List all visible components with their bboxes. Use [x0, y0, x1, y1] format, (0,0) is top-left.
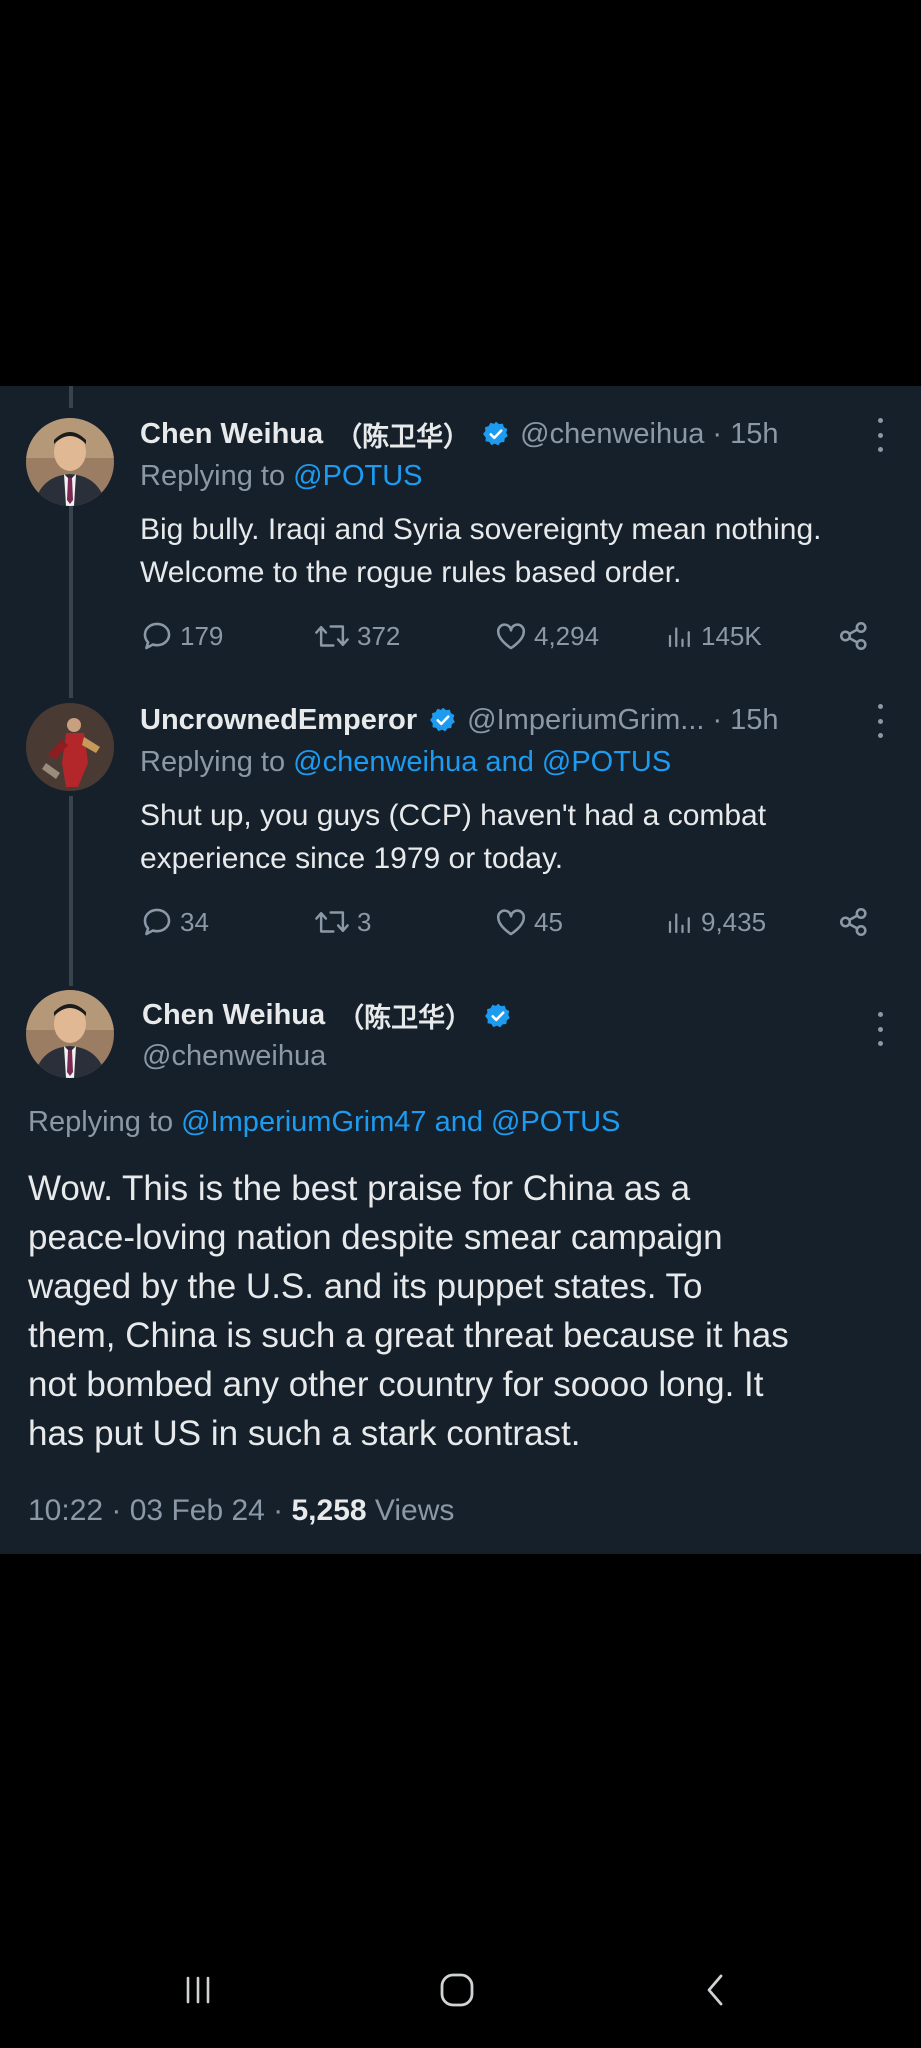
reply-button[interactable]: 34	[140, 902, 209, 942]
replying-to-label: Replying to	[140, 460, 294, 492]
tweet-text-line: Welcome to the rogue rules based order.	[140, 556, 682, 589]
retweet-icon	[315, 625, 349, 647]
thread-connector-2	[69, 796, 73, 986]
retweet-button[interactable]: 3	[313, 902, 371, 942]
back-button[interactable]	[675, 1960, 755, 2020]
replying-to-mentions[interactable]: @POTUS	[293, 460, 422, 492]
author-handle[interactable]: @chenweihua	[520, 418, 704, 451]
like-count: 45	[534, 906, 563, 937]
author-name-cjk[interactable]: （陈卫华）	[337, 996, 472, 1035]
avatar-uncrownedemperor[interactable]	[26, 703, 114, 791]
author-name[interactable]: Chen Weihua	[142, 999, 325, 1032]
recent-apps-icon	[186, 1976, 210, 2004]
verified-badge-icon	[484, 1002, 512, 1030]
verified-badge-icon	[482, 420, 510, 448]
home-icon	[440, 1973, 474, 2007]
replying-to-mentions[interactable]: @ImperiumGrim47 and @POTUS	[181, 1106, 620, 1138]
views-icon	[668, 913, 690, 934]
reply-button[interactable]: 179	[140, 616, 223, 656]
verified-badge-icon	[429, 706, 457, 734]
replying-to: Replying to @ImperiumGrim47 and @POTUS	[28, 1106, 620, 1139]
views-count[interactable]: 5,258	[292, 1494, 367, 1527]
author-handle[interactable]: @ImperiumGrim...	[467, 704, 704, 737]
tweet-text-line: waged by the U.S. and its puppet states.…	[28, 1267, 703, 1306]
tweet-text-line: Shut up, you guys (CCP) haven't had a co…	[140, 799, 767, 832]
views-button[interactable]: 145K	[665, 616, 762, 656]
tweet-timestamp[interactable]: 10:22 · 03 Feb 24 ·	[28, 1494, 292, 1527]
share-icon	[839, 907, 867, 937]
tweet-2-text: Shut up, you guys (CCP) haven't had a co…	[140, 794, 766, 880]
views-icon	[668, 627, 690, 648]
thread-connector-top	[69, 386, 73, 408]
share-button[interactable]	[837, 616, 877, 656]
back-icon	[707, 1974, 723, 2006]
main-tweet-header: Chen Weihua （陈卫华）	[142, 996, 522, 1035]
author-name[interactable]: Chen Weihua	[140, 418, 323, 451]
more-icon[interactable]	[877, 1012, 883, 1046]
reply-count: 34	[180, 906, 209, 937]
replying-to-label: Replying to	[140, 746, 294, 778]
replying-to: Replying to @POTUS	[140, 460, 423, 493]
home-button[interactable]	[417, 1960, 497, 2020]
retweet-count: 3	[357, 906, 372, 937]
share-icon	[839, 621, 867, 651]
more-icon[interactable]	[877, 418, 883, 452]
tweet-text-line: not bombed any other country for soooo l…	[28, 1365, 764, 1404]
replying-to: Replying to @chenweihua and @POTUS	[140, 746, 671, 779]
heart-icon	[496, 909, 526, 936]
views-count: 9,435	[701, 906, 767, 937]
tweet-text-line: has put US in such a stark contrast.	[28, 1414, 581, 1453]
main-tweet-text: Wow. This is the best praise for China a…	[28, 1164, 908, 1458]
like-button[interactable]: 4,294	[494, 616, 599, 656]
avatar-chenweihua[interactable]	[26, 418, 114, 506]
replying-to-label: Replying to	[28, 1106, 182, 1138]
separator-dot: ·	[712, 417, 723, 450]
retweet-button[interactable]: 372	[313, 616, 400, 656]
reply-icon	[143, 908, 171, 936]
share-button[interactable]	[837, 902, 877, 942]
more-icon[interactable]	[877, 704, 883, 738]
tweet-2-header: UncrownedEmperor @ImperiumGrim... · 15h	[140, 700, 779, 740]
avatar-chenweihua-main[interactable]	[26, 990, 114, 1078]
reply-count: 179	[180, 620, 224, 651]
tweet-1-text: Big bully. Iraqi and Syria sovereignty m…	[140, 508, 822, 594]
tweet-time[interactable]: 15h	[730, 418, 778, 451]
tweet-text-line: experience since 1979 or today.	[140, 842, 564, 875]
tweet-text-line: Wow. This is the best praise for China a…	[28, 1169, 691, 1208]
author-name-cjk[interactable]: （陈卫华）	[335, 415, 470, 454]
reply-icon	[143, 622, 171, 650]
tweet-text-line: peace-loving nation despite smear campai…	[28, 1218, 723, 1257]
retweet-icon	[315, 911, 349, 933]
like-button[interactable]: 45	[494, 902, 563, 942]
views-label: Views	[366, 1494, 455, 1527]
separator-dot: ·	[712, 703, 723, 736]
author-handle[interactable]: @chenweihua	[142, 1040, 326, 1073]
tweet-text-line: them, China is such a great threat becau…	[28, 1316, 789, 1355]
tweet-time[interactable]: 15h	[730, 704, 778, 737]
thread-connector-1	[69, 476, 73, 698]
tweet-text-line: Big bully. Iraqi and Syria sovereignty m…	[140, 513, 822, 546]
tweet-2-actions: 34 3 45 9,435	[140, 902, 880, 942]
tweet-meta: 10:22 · 03 Feb 24 · 5,258 Views	[28, 1494, 454, 1528]
retweet-count: 372	[357, 620, 401, 651]
like-count: 4,294	[534, 620, 600, 651]
recent-apps-button[interactable]	[158, 1960, 238, 2020]
views-count: 145K	[701, 620, 762, 651]
views-button[interactable]: 9,435	[665, 902, 766, 942]
replying-to-mentions[interactable]: @chenweihua and @POTUS	[293, 746, 671, 778]
heart-icon	[496, 623, 526, 650]
tweet-1-actions: 179 372 4,294 145K	[140, 616, 880, 656]
author-name[interactable]: UncrownedEmperor	[140, 704, 417, 737]
tweet-1-header: Chen Weihua （陈卫华） @chenweihua · 15h	[140, 414, 778, 454]
system-navigation-bar	[0, 1950, 921, 2040]
